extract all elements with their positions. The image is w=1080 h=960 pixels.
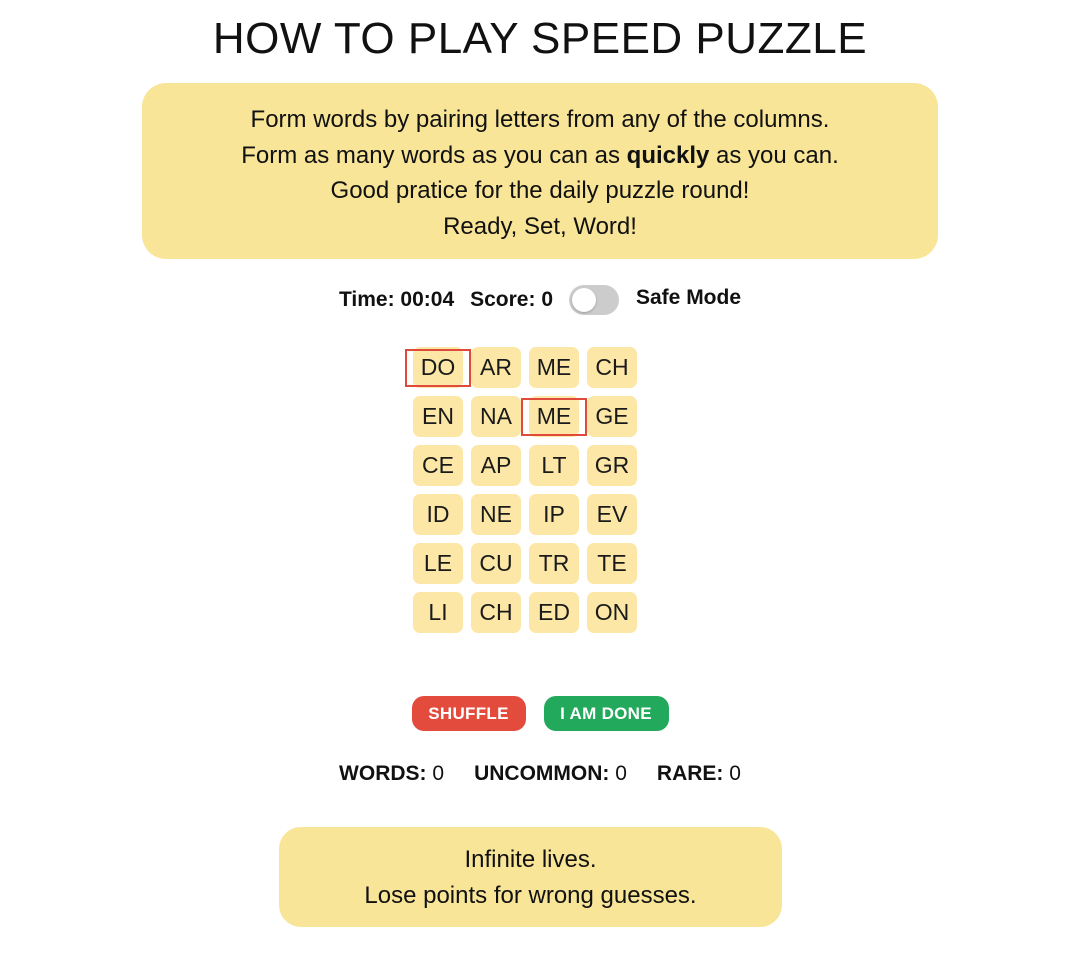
words-count-value: 0 [432,762,445,785]
letter-tile[interactable]: CH [587,347,637,388]
letter-tile[interactable]: CE [413,445,463,486]
toggle-knob [572,288,596,312]
info-line-1: Infinite lives. [464,846,597,873]
action-buttons: SHUFFLE I AM DONE [0,696,1080,731]
instruction-line-2-post: as you can. [709,141,839,169]
done-button[interactable]: I AM DONE [543,696,669,731]
words-count-label: WORDS: [339,762,427,785]
letter-tile[interactable]: LT [529,445,579,486]
uncommon-count-label: UNCOMMON: [474,762,610,785]
instructions-panel: Form words by pairing letters from any o… [142,83,938,259]
letter-tile[interactable]: GR [587,445,637,486]
letter-tile[interactable]: TR [529,543,579,584]
status-bar: Time: 00:04 Score: 0 Safe Mode [0,282,1080,318]
info-line-2: Lose points for wrong guesses. [364,882,697,909]
letter-grid: DO AR ME CH EN NA ME GE CE AP LT GR ID N… [405,347,639,633]
instruction-line-2: Form as many words as you can as quickly… [142,138,938,174]
safe-mode-toggle[interactable] [569,285,619,315]
letter-tile[interactable]: ED [529,592,579,633]
letter-tile[interactable]: CU [471,543,521,584]
uncommon-count: UNCOMMON: 0 [474,762,627,786]
instruction-line-3: Good pratice for the daily puzzle round! [330,177,750,204]
letter-tile[interactable]: NE [471,494,521,535]
words-count: WORDS: 0 [339,762,444,786]
letter-tile[interactable]: LE [413,543,463,584]
letter-tile[interactable]: IP [529,494,579,535]
shuffle-button[interactable]: SHUFFLE [411,696,526,731]
letter-tile[interactable]: NA [471,396,521,437]
letter-tile[interactable]: ME [529,347,579,388]
uncommon-count-value: 0 [615,762,627,785]
rare-count-value: 0 [729,762,741,785]
word-counts: WORDS: 0 UNCOMMON: 0 RARE: 0 [0,762,1080,786]
letter-tile[interactable]: EN [413,396,463,437]
instruction-line-2-pre: Form as many words as you can as [241,141,627,169]
mode-info-panel: Infinite lives. Lose points for wrong gu… [279,827,782,927]
letter-tile[interactable]: GE [587,396,637,437]
rare-count-label: RARE: [656,762,724,785]
letter-tile[interactable]: AP [471,445,521,486]
letter-tile[interactable]: DO [405,347,471,388]
instruction-line-1: Form words by pairing letters from any o… [250,106,830,133]
safe-mode-label: Safe Mode [636,286,742,309]
rare-count: RARE: 0 [657,762,741,786]
letter-tile[interactable]: EV [587,494,637,535]
letter-tile[interactable]: ON [587,592,637,633]
letter-tile[interactable]: TE [587,543,637,584]
instruction-line-4: Ready, Set, Word! [443,212,637,240]
instruction-emphasis: quickly [626,141,710,169]
letter-tile[interactable]: ID [413,494,463,535]
page-title: HOW TO PLAY SPEED PUZZLE [212,14,868,63]
letter-tile[interactable]: CH [471,592,521,633]
letter-tile[interactable]: AR [471,347,521,388]
letter-tile[interactable]: LI [413,592,463,633]
timer: Time: 00:04 [338,288,455,311]
letter-tile[interactable]: ME [521,396,587,437]
score: Score: 0 [470,288,553,311]
